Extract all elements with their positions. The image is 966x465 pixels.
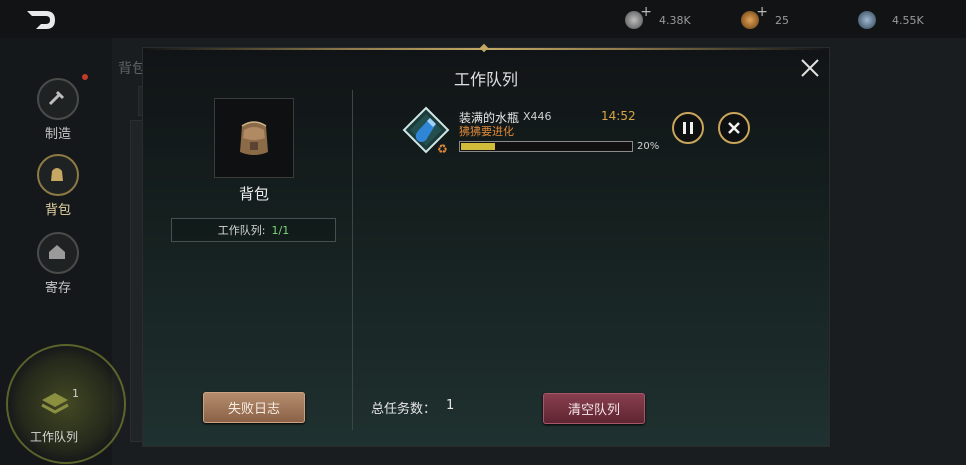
container-name: 背包 [238,185,269,203]
close-icon[interactable] [799,57,821,79]
total-tasks-value: 1 [446,398,455,413]
total-tasks-label: 总任务数： [371,402,437,417]
resource-value: 4.38K [659,13,691,27]
plus-icon: + [756,4,768,20]
panel-divider [352,90,353,430]
fail-log-button[interactable]: 失败日志 [203,392,305,423]
silver-coin-icon: + [625,4,652,29]
close-icon [728,122,740,134]
pause-button[interactable] [672,112,704,144]
nav-item-craft[interactable]: 制造 [34,78,82,142]
queue-capacity: 工作队列: 1/1 [171,218,336,242]
dialog-title: 工作队列 [453,70,518,89]
resource-silver[interactable]: + 4.38K [625,4,691,30]
backpack-icon [240,121,268,155]
house-icon [37,232,79,274]
task-time: 14:52 [601,109,636,123]
back-arrow-icon[interactable] [24,8,58,32]
nav-item-bag[interactable]: 背包 [34,154,82,218]
resource-value: 4.55K [892,13,924,27]
queue-badge: 1 [72,387,79,400]
container-slot [214,98,294,178]
hammer-icon [37,78,79,120]
nav-item-label: 背包 [44,203,71,218]
top-bar: + 4.38K + 25 4.55K [0,0,966,38]
copper-coin-icon: + [741,4,768,29]
nav-item-label: 寄存 [44,281,71,296]
task-progress-fill [461,143,495,150]
recycle-icon: ♻ [437,142,448,156]
queue-capacity-value: 1/1 [271,223,290,237]
task-progress-bar [459,141,633,152]
task-progress-label: 20% [637,141,660,152]
nav-item-label: 制造 [44,127,71,142]
task-subtitle: 狒狒要进化 [459,125,514,138]
work-queue-dialog: 工作队列 背包 工作队列: 1/1 失败日志 ♻ 装满的水瓶 X446 14:5… [143,43,829,446]
resource-value: 25 [775,13,789,27]
resource-gem[interactable]: 4.55K [858,10,924,30]
bg-tab-bag: 背包 [118,61,146,77]
queue-icon [41,393,69,414]
queue-capacity-label: 工作队列: [217,224,266,237]
clear-queue-button[interactable]: 清空队列 [543,393,645,424]
cancel-task-button[interactable] [718,112,750,144]
task-count: X446 [523,110,552,123]
resource-copper[interactable]: + 25 [741,4,789,30]
globe-gem-icon [858,11,876,29]
bag-icon [37,154,79,196]
nav-item-deposit[interactable]: 寄存 [34,232,82,296]
plus-icon: + [640,4,652,20]
pause-icon [683,122,693,134]
notification-dot [82,74,88,80]
nav-item-label: 工作队列 [30,430,79,444]
